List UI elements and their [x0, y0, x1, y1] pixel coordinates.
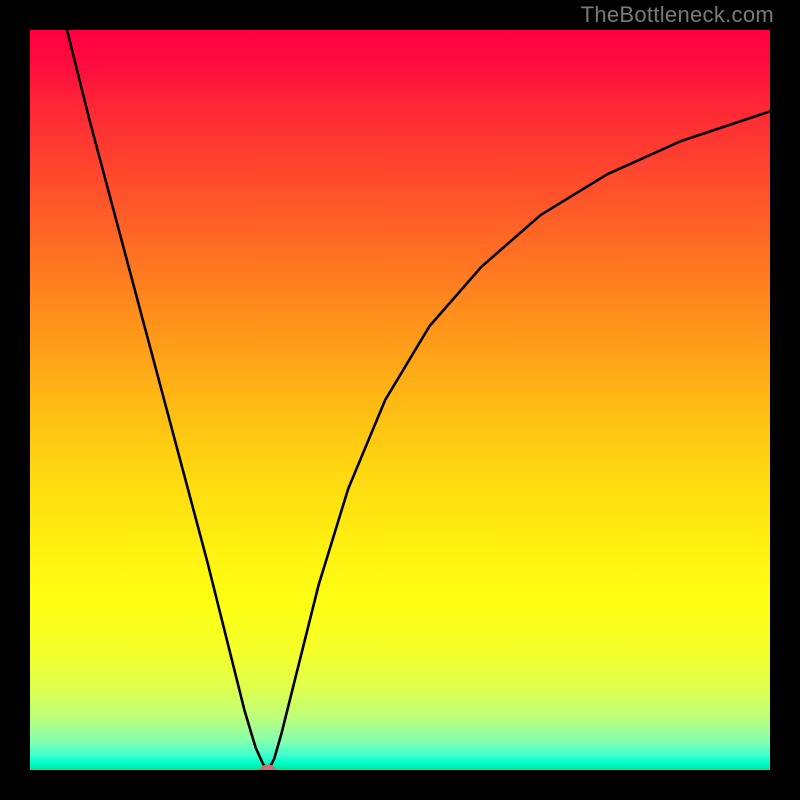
optimum-marker: [260, 765, 276, 771]
curve-layer: [30, 30, 770, 770]
watermark-text: TheBottleneck.com: [581, 2, 774, 28]
bottleneck-curve: [67, 30, 770, 770]
plot-area: [30, 30, 770, 770]
chart-frame: TheBottleneck.com: [0, 0, 800, 800]
